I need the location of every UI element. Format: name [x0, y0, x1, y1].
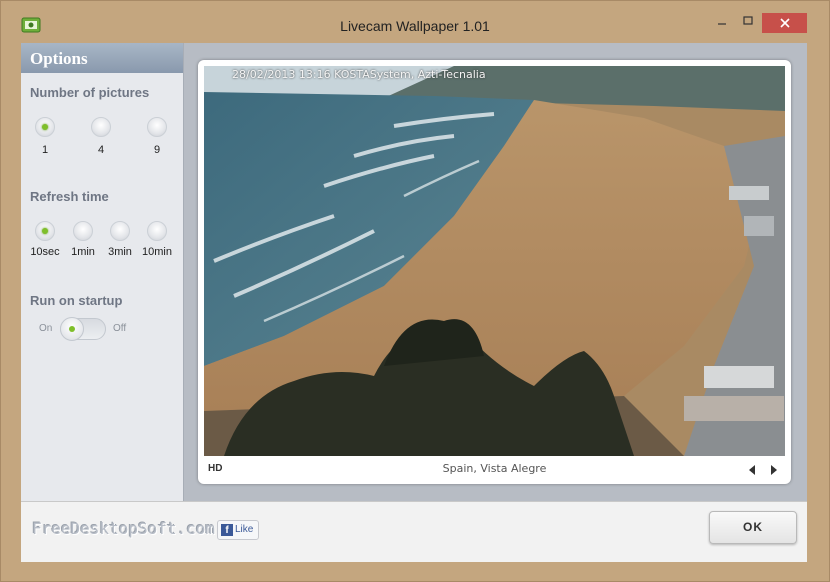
- arrow-right-icon: [771, 465, 777, 475]
- app-window: Livecam Wallpaper 1.01 Options Number of…: [0, 0, 830, 582]
- toggle-knob[interactable]: [60, 317, 84, 341]
- client-area: Options Number of pictures 1 4 9 Refresh…: [21, 43, 807, 562]
- pictures-radio-1[interactable]: [35, 117, 55, 137]
- pictures-title: Number of pictures: [30, 85, 150, 100]
- refresh-radio-3min[interactable]: [110, 221, 130, 241]
- pictures-label-9: 9: [153, 144, 161, 156]
- refresh-radio-1min[interactable]: [73, 221, 93, 241]
- site-link[interactable]: FreeDesktopSoft.com: [32, 519, 215, 538]
- refresh-title: Refresh time: [30, 189, 109, 204]
- minimize-icon: [718, 23, 726, 25]
- pictures-radio-4[interactable]: [91, 117, 111, 137]
- close-button[interactable]: [762, 13, 807, 33]
- arrow-left-icon: [749, 465, 755, 475]
- webcam-card: 28/02/2013 13:16 KOSTASystem, Azti-Tecna…: [198, 60, 791, 484]
- toggle-on-label: On: [39, 323, 53, 334]
- facebook-like-button[interactable]: f Like: [217, 520, 259, 540]
- location-label: Spain, Vista Alegre: [442, 462, 547, 475]
- maximize-button[interactable]: [735, 13, 761, 33]
- close-icon: [779, 18, 790, 28]
- facebook-icon: f: [221, 524, 233, 536]
- pictures-radio-9[interactable]: [147, 117, 167, 137]
- maximize-icon: [743, 16, 753, 25]
- pictures-label-4: 4: [97, 144, 105, 156]
- startup-title: Run on startup: [30, 293, 123, 308]
- beach-photo: [204, 66, 785, 456]
- pictures-label-1: 1: [41, 144, 49, 156]
- webcam-image: 28/02/2013 13:16 KOSTASystem, Azti-Tecna…: [204, 66, 785, 456]
- like-label: Like: [235, 524, 254, 535]
- options-sidebar: Options Number of pictures 1 4 9 Refresh…: [21, 43, 184, 501]
- prev-button[interactable]: [745, 462, 759, 476]
- minimize-button[interactable]: [709, 13, 735, 33]
- viewer-pane: 28/02/2013 13:16 KOSTASystem, Azti-Tecna…: [184, 43, 807, 501]
- next-button[interactable]: [767, 462, 781, 476]
- refresh-radio-10min[interactable]: [147, 221, 167, 241]
- ok-button[interactable]: OK: [709, 511, 797, 544]
- refresh-label-10min: 10min: [142, 246, 172, 258]
- startup-toggle[interactable]: [60, 317, 106, 341]
- camera-overlay-text: 28/02/2013 13:16 KOSTASystem, Azti-Tecna…: [232, 68, 486, 81]
- options-header: Options: [21, 43, 183, 73]
- options-title: Options: [30, 49, 88, 68]
- refresh-radio-10sec[interactable]: [35, 221, 55, 241]
- toggle-off-label: Off: [113, 323, 127, 334]
- title-bar[interactable]: Livecam Wallpaper 1.01: [1, 1, 829, 39]
- footer-bar: FreeDesktopSoft.com f Like OK: [21, 501, 807, 562]
- window-title: Livecam Wallpaper 1.01: [340, 18, 490, 34]
